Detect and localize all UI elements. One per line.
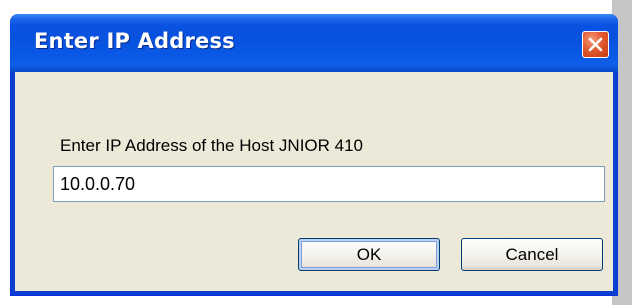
ok-button[interactable]: OK [298,238,440,271]
ip-prompt-label: Enter IP Address of the Host JNIOR 410 [60,136,364,155]
screen: Enter IP Address Enter IP Address of the… [0,0,632,305]
enter-ip-dialog: Enter IP Address Enter IP Address of the… [10,14,618,296]
dialog-body: Enter IP Address of the Host JNIOR 410 O… [15,72,613,291]
cancel-button[interactable]: Cancel [461,238,603,271]
title-bar[interactable]: Enter IP Address [10,14,618,72]
ip-address-input[interactable] [53,166,605,202]
window-title: Enter IP Address [34,29,235,53]
close-button[interactable] [582,31,609,58]
close-icon [588,37,603,52]
